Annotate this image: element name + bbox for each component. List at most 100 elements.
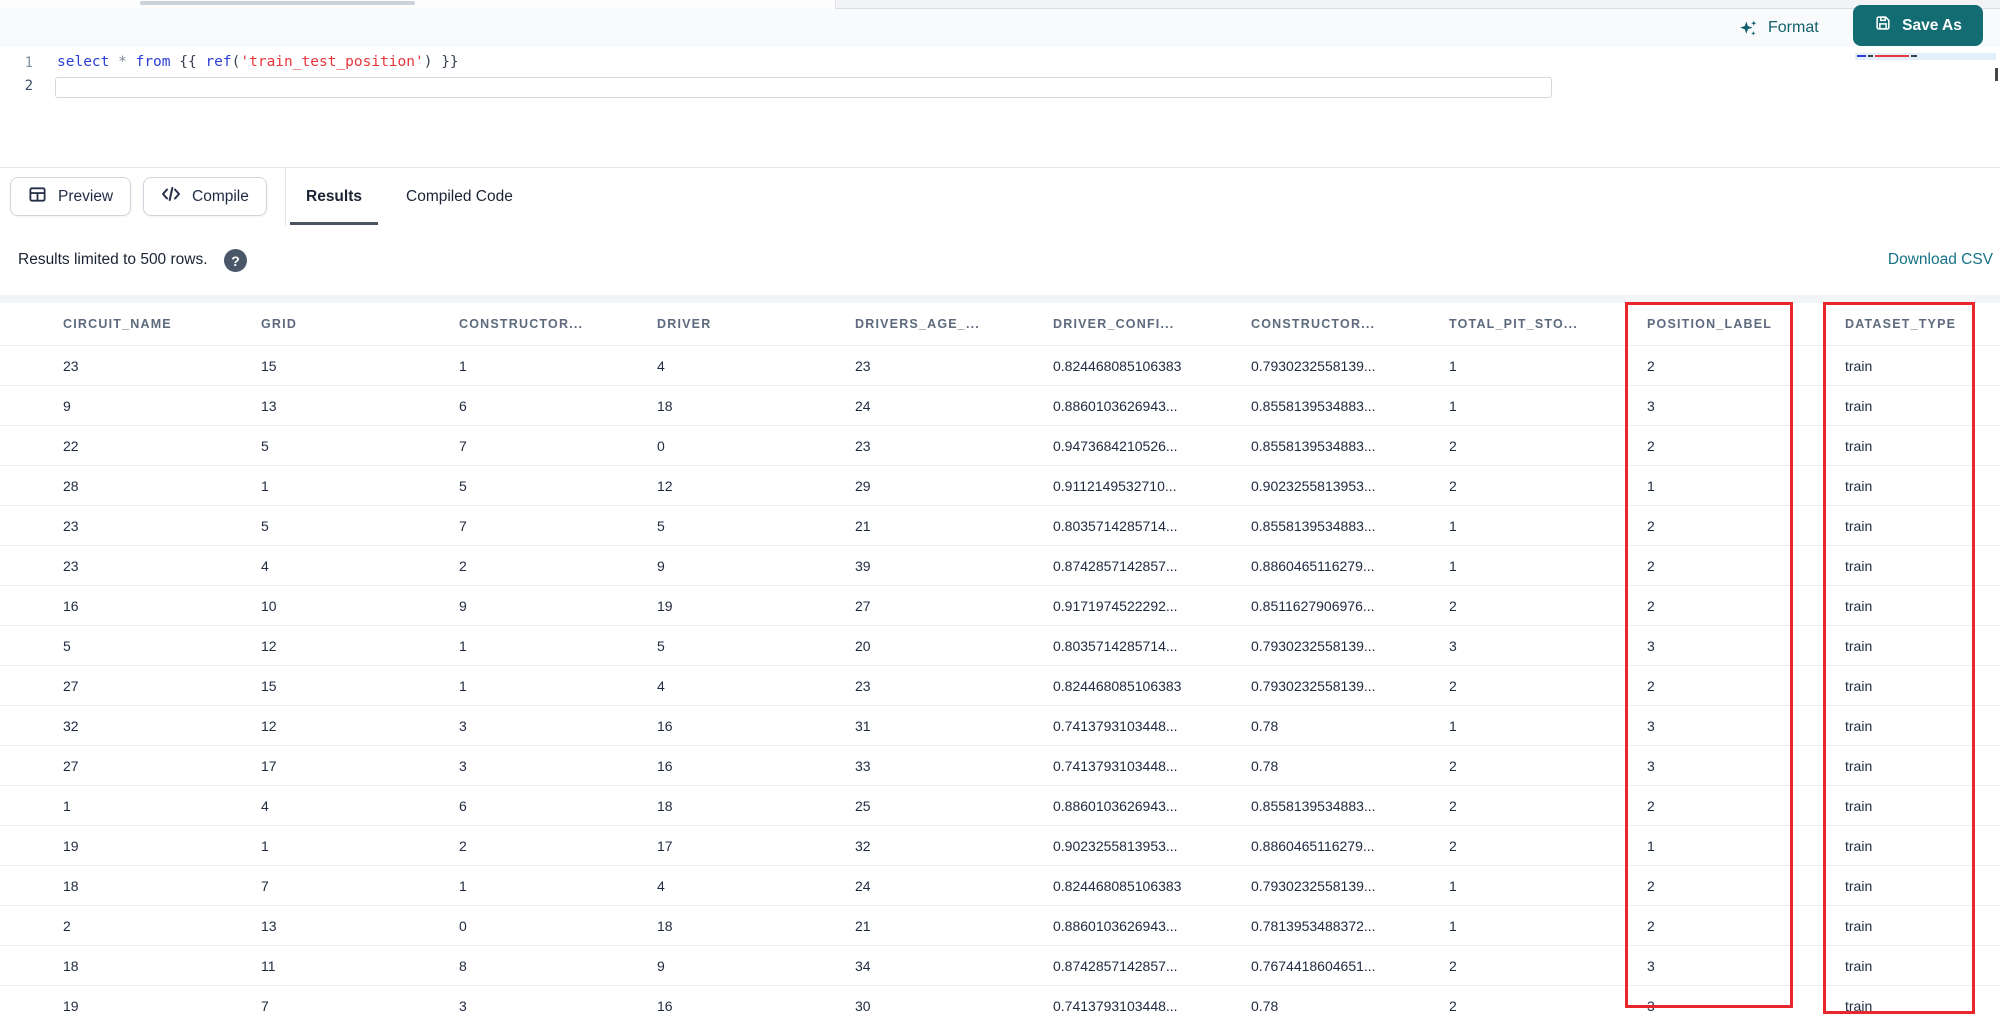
code-icon [161, 185, 181, 208]
table-cell: train [1845, 917, 1873, 934]
table-cell: 9 [657, 557, 665, 574]
tab-scrollbar-thumb[interactable] [140, 1, 415, 5]
download-csv-link[interactable]: Download CSV [1888, 251, 1993, 269]
table-cell: 18 [63, 957, 79, 974]
table-cell: train [1845, 557, 1873, 574]
table-cell: 10 [261, 597, 277, 614]
results-limit-text: Results limited to 500 rows. [18, 251, 208, 268]
column-header: POSITION_LABEL [1647, 317, 1773, 331]
table-cell: 0.8860103626943... [1053, 797, 1178, 814]
table-cell: 2 [1647, 557, 1655, 574]
table-row: 23 4 2 9 39 0.8742857142857... 0.8860465116279… [0, 545, 2000, 585]
table-row: 18 11 8 9 34 0.8742857142857... 0.767441860465… [0, 945, 2000, 985]
active-line-box[interactable] [55, 77, 1552, 98]
table-row: 16 10 9 19 27 0.9171974522292... 0.85116279069… [0, 585, 2000, 625]
table-cell: 1 [261, 837, 269, 854]
table-cell: 27 [63, 677, 79, 694]
table-cell: train [1845, 677, 1873, 694]
table-cell: 5 [657, 517, 665, 534]
table-cell: 18 [63, 877, 79, 894]
table-cell: 20 [855, 637, 871, 654]
table-cell: 1 [1449, 877, 1457, 894]
column-header: CONSTRUCTOR... [459, 317, 584, 331]
table-cell: 24 [855, 397, 871, 414]
file-tab-strip-right [835, 0, 2000, 9]
table-header-row: CIRCUIT_NAME GRID CONSTRUCTOR... DRIVER DRIV… [0, 303, 2000, 345]
table-cell: 18 [657, 797, 673, 814]
table-cell: 1 [1449, 917, 1457, 934]
tab-compiled-code[interactable]: Compiled Code [390, 168, 529, 226]
tab-results[interactable]: Results [290, 168, 378, 226]
dbt-ide-root: Format Save As 1 select * from {{ ref('tr… [0, 0, 2000, 1020]
table-cell: 2 [1647, 437, 1655, 454]
table-cell: 12 [261, 637, 277, 654]
table-cell: 1 [261, 477, 269, 494]
table-cell: 16 [63, 597, 79, 614]
table-row: 19 1 2 17 32 0.9023255813953... 0.886046511627… [0, 825, 2000, 865]
file-tab-strip [0, 0, 2000, 9]
table-cell: 2 [459, 837, 467, 854]
code-editor[interactable]: 1 select * from {{ ref('train_test_positi… [0, 47, 2000, 167]
table-cell: train [1845, 837, 1873, 854]
table-cell: 0.8860103626943... [1053, 397, 1178, 414]
table-cell: 2 [1647, 877, 1655, 894]
table-cell: 5 [459, 477, 467, 494]
preview-label: Preview [58, 187, 114, 205]
table-cell: 18 [657, 397, 673, 414]
table-cell: 3 [459, 717, 467, 734]
table-cell: 0 [657, 437, 665, 454]
table-cell: train [1845, 477, 1873, 494]
table-cell: 9 [459, 597, 467, 614]
table-cell: 3 [1647, 397, 1655, 414]
table-cell: 0.8558139534883... [1251, 517, 1376, 534]
table-cell: 1 [1449, 357, 1457, 374]
save-as-button[interactable]: Save As [1853, 5, 1983, 46]
table-row: 23 15 1 4 23 0.824468085106383 0.7930232558139… [0, 345, 2000, 385]
table-row: 22 5 7 0 23 0.9473684210526... 0.8558139534883… [0, 425, 2000, 465]
table-cell: 6 [459, 797, 467, 814]
table-row: 18 7 1 4 24 0.824468085106383 0.7930232558139.… [0, 865, 2000, 905]
table-cell: 9 [657, 957, 665, 974]
format-button[interactable]: Format [1738, 14, 1819, 42]
table-cell: 2 [1647, 597, 1655, 614]
table-cell: 23 [63, 557, 79, 574]
table-cell: 6 [459, 397, 467, 414]
table-cell: 39 [855, 557, 871, 574]
table-cell: 22 [63, 437, 79, 454]
table-cell: 0.824468085106383 [1053, 877, 1182, 894]
table-cell: 0.7813953488372... [1251, 917, 1376, 934]
compile-label: Compile [192, 187, 249, 205]
table-cell: 2 [1449, 677, 1457, 694]
table-cell: 0.8742857142857... [1053, 557, 1178, 574]
table-cell: train [1845, 957, 1873, 974]
table-cell: 2 [1449, 837, 1457, 854]
table-cell: 0.8558139534883... [1251, 437, 1376, 454]
table-cell: 1 [1449, 557, 1457, 574]
table-cell: 1 [459, 677, 467, 694]
table-cell: 25 [855, 797, 871, 814]
table-cell: 3 [1647, 957, 1655, 974]
table-cell: 1 [1449, 517, 1457, 534]
compile-button[interactable]: Compile [143, 177, 267, 216]
table-cell: 12 [657, 477, 673, 494]
line-number: 2 [24, 78, 33, 94]
editor-scrollbar-thumb[interactable] [1995, 68, 1998, 81]
table-cell: 1 [459, 357, 467, 374]
table-row: 19 7 3 16 30 0.7413793103448... 0.78 2 3 train [0, 985, 2000, 1020]
table-cell: 13 [261, 917, 277, 934]
table-cell: 0.8742857142857... [1053, 957, 1178, 974]
help-icon[interactable]: ? [224, 249, 247, 272]
table-cell: 0.8860465116279... [1251, 837, 1375, 854]
preview-button[interactable]: Preview [10, 177, 132, 216]
table-cell: 16 [657, 717, 673, 734]
table-cell: 23 [63, 517, 79, 534]
table-cell: 3 [459, 997, 467, 1014]
table-cell: 2 [1449, 997, 1457, 1014]
table-cell: train [1845, 997, 1873, 1014]
table-cell: 27 [63, 757, 79, 774]
table-cell: 18 [657, 917, 673, 934]
table-cell: 3 [1647, 997, 1655, 1014]
table-cell: 0.7930232558139... [1251, 677, 1376, 694]
table-cell: 32 [855, 837, 871, 854]
column-header: DRIVER_CONFI... [1053, 317, 1175, 331]
